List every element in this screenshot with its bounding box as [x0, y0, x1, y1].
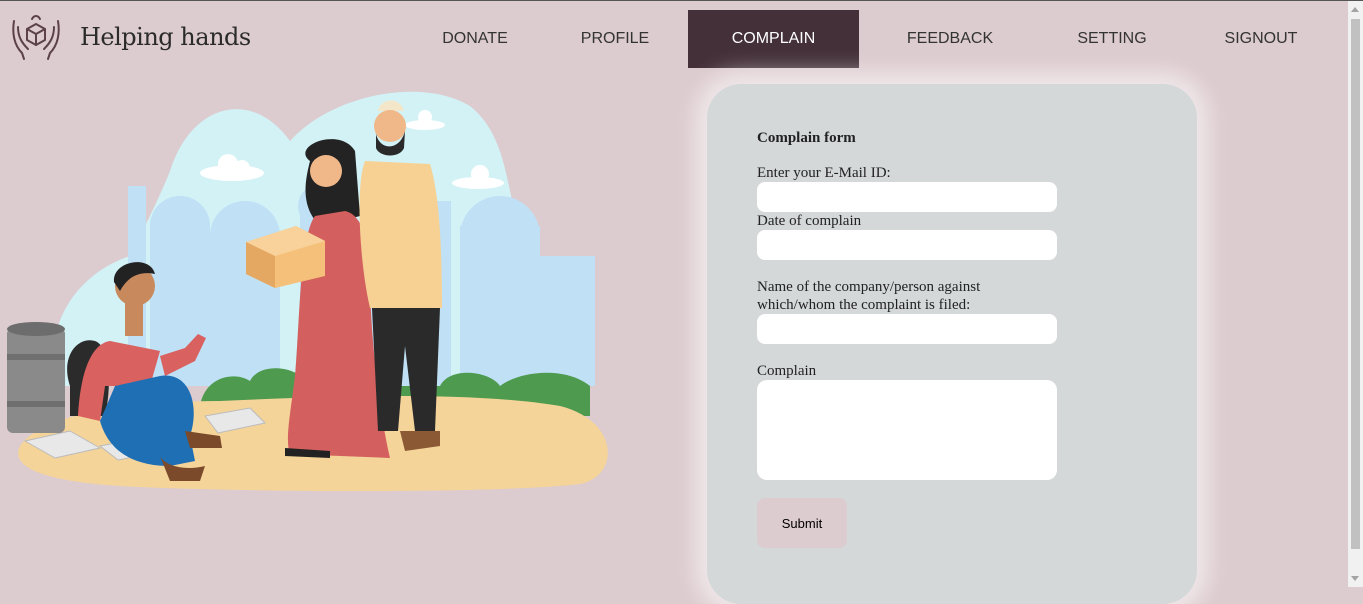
nav-signout[interactable]: SIGNOUT [1205, 10, 1317, 68]
brand-logo[interactable]: Helping hands [10, 13, 251, 61]
scroll-down-icon[interactable] [1351, 576, 1359, 581]
email-field[interactable] [757, 182, 1057, 212]
brand-name: Helping hands [80, 23, 251, 51]
form-title: Complain form [757, 130, 856, 146]
nav-setting[interactable]: SETTING [1060, 10, 1164, 68]
nav-feedback[interactable]: FEEDBACK [890, 10, 1010, 68]
nav-profile[interactable]: PROFILE [563, 10, 667, 68]
complain-textarea[interactable] [757, 380, 1057, 480]
charity-illustration [7, 91, 608, 491]
date-label: Date of complain [757, 213, 862, 229]
scroll-thumb[interactable] [1351, 19, 1360, 549]
page-scrollbar[interactable] [1348, 1, 1363, 587]
hands-with-box-icon [12, 15, 60, 60]
nav-complain[interactable]: COMPLAIN [688, 10, 859, 68]
scroll-up-icon[interactable] [1351, 7, 1359, 12]
nav-donate[interactable]: DONATE [424, 10, 526, 68]
against-field[interactable] [757, 314, 1057, 344]
against-label: Name of the company/person against which… [757, 279, 981, 313]
email-label: Enter your E-Mail ID: [757, 165, 891, 181]
date-field[interactable] [757, 230, 1057, 260]
complain-label: Complain [757, 363, 817, 379]
complain-form-card: Complain form Enter your E-Mail ID: Date… [707, 84, 1197, 604]
submit-button[interactable]: Submit [757, 498, 847, 548]
